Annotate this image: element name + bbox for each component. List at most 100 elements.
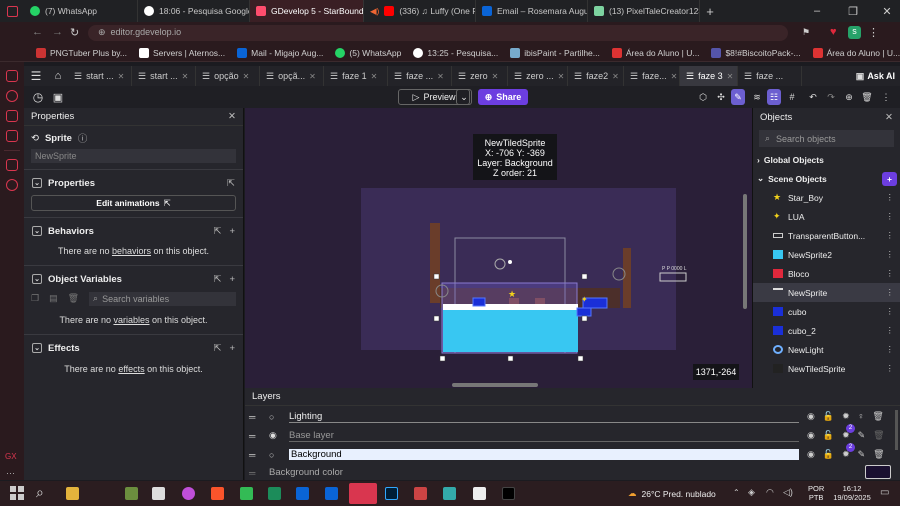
app-icon[interactable] — [443, 487, 456, 500]
trash-icon[interactable]: 🗑 — [68, 293, 79, 304]
redo-icon[interactable]: ↷ — [824, 89, 838, 105]
bookmark[interactable]: PNGTuber Plus by... — [30, 44, 133, 62]
tray-app-icon[interactable]: ◈ — [748, 487, 755, 498]
layer-row[interactable]: ═ ◉ Base layer ◉ 🔓 ✹ 2 ✎ 🗑 — [245, 424, 900, 445]
background-color-swatch[interactable] — [865, 465, 891, 479]
app-icon[interactable] — [268, 487, 281, 500]
layer-row[interactable]: ═ ○ Background ◉ 🔓 ✹ 2 ✎ 🗑 — [245, 443, 900, 464]
visibility-eye-icon[interactable]: ◉ — [807, 430, 815, 441]
close-tab-icon[interactable]: ✕ — [118, 72, 125, 81]
tab-scene[interactable]: ☰ faze2 ✕ — [568, 66, 624, 86]
app-icon[interactable] — [240, 487, 253, 500]
app-icon[interactable] — [414, 487, 427, 500]
close-tab-icon[interactable]: ✕ — [727, 72, 734, 81]
tab-scene[interactable]: ☰ opçã... ✕ — [260, 66, 324, 86]
scene-render[interactable]: ★ ✦ P P 0000 L NewTiledSprite X: -706 Y:… — [245, 108, 752, 388]
object-item[interactable]: cubo ⋮ — [753, 302, 900, 321]
behaviors-section-header[interactable]: ⌄ Behaviors ⇱ + — [24, 222, 243, 240]
variables-section-header[interactable]: ⌄ Object Variables ⇱ + — [24, 270, 243, 288]
chevron-down-icon[interactable]: ⌄ — [32, 274, 42, 284]
paste-icon[interactable]: ▤ — [49, 293, 58, 304]
help-icon[interactable]: ⓘ — [78, 131, 88, 145]
object-item[interactable]: NewSprite2 ⋮ — [753, 245, 900, 264]
more-icon[interactable]: ⋮ — [886, 192, 895, 203]
drag-handle-icon[interactable]: ═ — [249, 431, 269, 441]
radio-icon[interactable]: ○ — [269, 412, 289, 422]
lock-icon[interactable]: 🔓 — [823, 411, 834, 422]
lightbulb-icon[interactable]: ♀ — [858, 411, 865, 422]
sidebar-gx-icon[interactable]: GX — [5, 452, 17, 461]
objects-groups-icon[interactable]: ✣ — [714, 89, 728, 105]
chevron-down-icon[interactable]: ⌄ — [32, 343, 42, 353]
more-icon[interactable]: ⋮ — [886, 325, 895, 336]
close-tab-icon[interactable]: ✕ — [371, 72, 378, 81]
layer-name-field[interactable]: Base layer — [289, 430, 799, 442]
sidebar-app-icon[interactable] — [6, 130, 18, 142]
forward-icon[interactable]: → — [52, 26, 63, 38]
opera-gx-icon[interactable] — [349, 483, 377, 504]
open-external-icon[interactable]: ⇱ — [213, 226, 221, 237]
reload-icon[interactable]: ↻ — [70, 26, 79, 39]
share-button[interactable]: ⊕ Share — [478, 89, 528, 105]
restore-icon[interactable]: ❐ — [842, 0, 864, 22]
close-tab-icon[interactable]: ✕ — [612, 72, 619, 81]
minimize-icon[interactable]: – — [806, 0, 828, 22]
browser-tab[interactable]: (13) PixelTaleCreator123 — [588, 0, 700, 22]
drag-handle-icon[interactable]: ═ — [249, 412, 269, 422]
zoom-icon[interactable]: ⊕ — [842, 89, 856, 105]
radio-selected-icon[interactable]: ◉ — [269, 430, 289, 441]
add-object-button[interactable]: + — [882, 171, 897, 186]
minecraft-icon[interactable] — [125, 487, 138, 500]
object-item[interactable]: TransparentButton... ⋮ — [753, 226, 900, 245]
object-item[interactable]: NewTiledSprite ⋮ — [753, 359, 900, 378]
sidebar-more-icon[interactable]: ⋯ — [6, 468, 15, 479]
grid-icon[interactable]: # — [785, 89, 799, 105]
bookmark[interactable]: $8!#BiscoitoPack-... — [705, 44, 806, 62]
instances-list-icon[interactable]: ☷ — [767, 89, 781, 105]
profile-avatar[interactable]: s — [848, 26, 861, 39]
tab-scene[interactable]: ☰ faze... ✕ — [624, 66, 680, 86]
clock[interactable]: 16:12 19/09/2025 — [832, 484, 872, 502]
more-icon[interactable]: ⋮ — [886, 268, 895, 279]
brave-icon[interactable] — [211, 487, 224, 500]
effects-gear-icon[interactable]: ✹ 2 — [842, 424, 856, 441]
object-item[interactable]: Bloco ⋮ — [753, 264, 900, 283]
object-item-selected[interactable]: NewSprite ⋮ — [753, 283, 900, 302]
properties-section-header[interactable]: ⌄ Properties ⇱ — [24, 174, 243, 192]
edit-pencil-icon[interactable]: ✎ — [858, 449, 866, 460]
3d-box-icon[interactable]: ⬡ — [696, 89, 710, 105]
drag-handle-icon[interactable]: ═ — [249, 450, 269, 460]
close-tab-icon[interactable]: ✕ — [558, 72, 565, 81]
url-field[interactable]: ⊕ editor.gdevelop.io — [88, 25, 788, 41]
object-item[interactable]: NewLight ⋮ — [753, 340, 900, 359]
open-external-icon[interactable]: ⇱ — [213, 343, 221, 354]
home-icon[interactable]: ⌂ — [48, 70, 68, 82]
sidebar-app-icon[interactable] — [6, 90, 18, 102]
more-icon[interactable]: ⋮ — [886, 287, 895, 298]
close-panel-icon[interactable]: ✕ — [228, 111, 236, 122]
delete-layer-icon[interactable]: 🗑 — [873, 449, 884, 460]
variables-link[interactable]: variables — [113, 315, 149, 325]
windows-start-icon[interactable] — [10, 486, 24, 500]
tab-scene[interactable]: ☰ faze 1 ✕ — [324, 66, 388, 86]
bookmark[interactable]: ibisPaint - Partilhe... — [504, 44, 606, 62]
copy-icon[interactable]: ❐ — [31, 293, 39, 304]
add-icon[interactable]: + — [229, 274, 235, 285]
scene-objects-group[interactable]: ⌄ Scene Objects + — [753, 169, 900, 188]
chevron-down-icon[interactable]: ⌄ — [32, 178, 42, 188]
tray-chevron-icon[interactable]: ⌃ — [733, 488, 740, 497]
bookmark[interactable]: (5) WhatsApp — [329, 44, 407, 62]
visibility-eye-icon[interactable]: ◉ — [807, 449, 815, 460]
favorite-icon[interactable]: ♥ — [830, 26, 837, 38]
layer-name-field[interactable]: Lighting — [289, 411, 799, 423]
close-window-icon[interactable]: ✕ — [876, 0, 898, 22]
browser-tab[interactable]: (7) WhatsApp — [24, 0, 138, 22]
sidebar-clock-icon[interactable] — [6, 179, 18, 191]
close-tab-icon[interactable]: ✕ — [309, 72, 316, 81]
bookmark[interactable]: Mail - Migajo Aug... — [231, 44, 329, 62]
vertical-scrollbar[interactable] — [743, 194, 747, 309]
effects-gear-icon[interactable]: ✹ — [842, 411, 850, 422]
outlook-icon[interactable] — [296, 487, 309, 500]
open-external-icon[interactable]: ⇱ — [227, 178, 235, 189]
undo-icon[interactable]: ↶ — [806, 89, 820, 105]
